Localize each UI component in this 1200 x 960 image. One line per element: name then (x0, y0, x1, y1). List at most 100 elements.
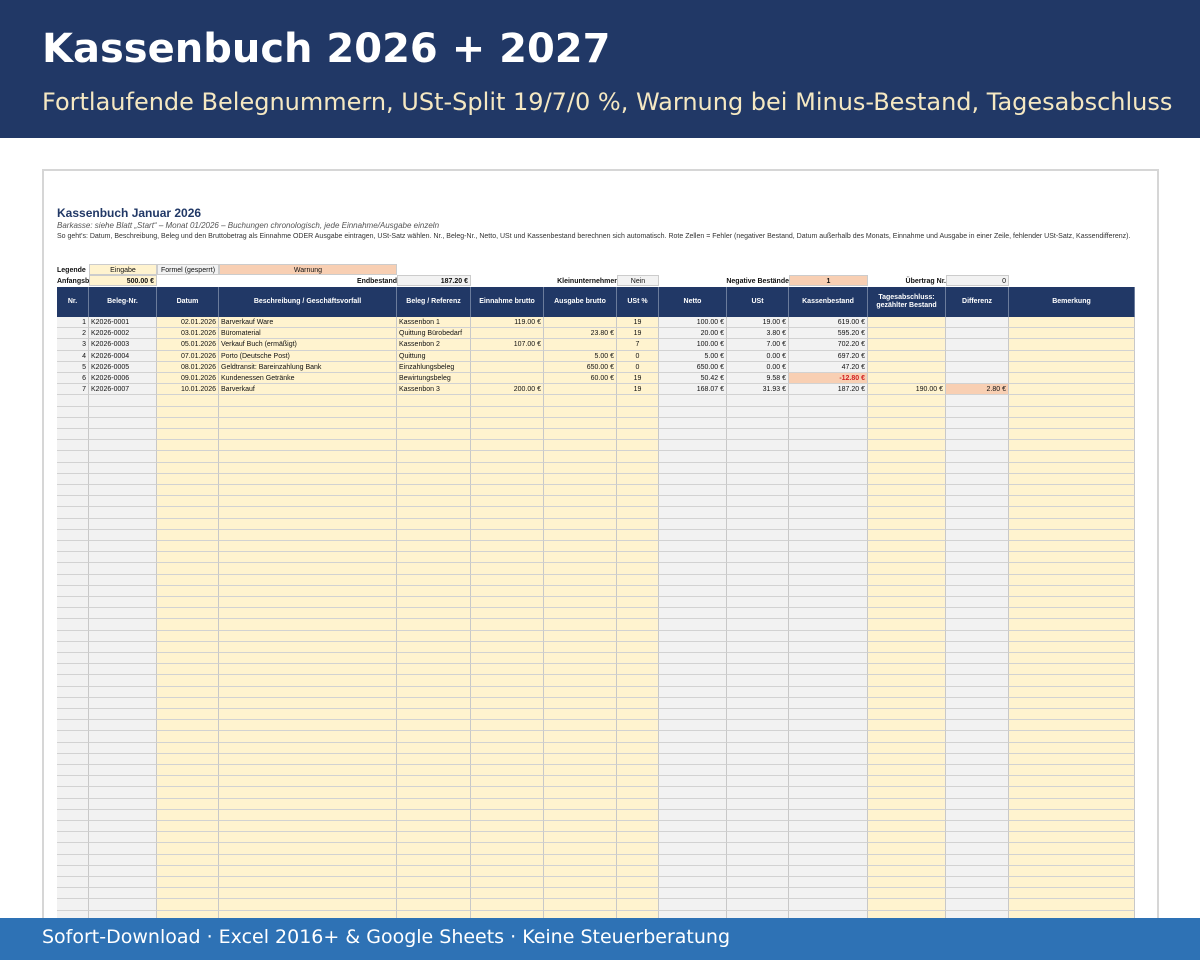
cell-description[interactable] (219, 641, 397, 653)
cell-remark[interactable] (1009, 877, 1135, 889)
cell-income-gross[interactable] (471, 496, 544, 508)
cell-remark[interactable] (1009, 507, 1135, 519)
cell-date[interactable] (157, 395, 219, 407)
cell-expense-gross[interactable] (544, 686, 617, 698)
cell-counted-balance[interactable] (868, 608, 946, 620)
cell-remark[interactable] (1009, 809, 1135, 821)
cell-description[interactable] (219, 451, 397, 463)
cell-date[interactable] (157, 417, 219, 429)
cell-remark[interactable] (1009, 429, 1135, 441)
cell-description[interactable] (219, 731, 397, 743)
cell-income-gross[interactable] (471, 877, 544, 889)
cell-expense-gross[interactable] (544, 787, 617, 799)
cell-reference[interactable] (397, 574, 471, 586)
cell-income-gross[interactable] (471, 854, 544, 866)
cell-description[interactable] (219, 574, 397, 586)
cell-description[interactable] (219, 597, 397, 609)
cell-reference[interactable] (397, 720, 471, 732)
cell-remark[interactable] (1009, 361, 1135, 373)
cell-expense-gross[interactable] (544, 664, 617, 676)
cell-description[interactable] (219, 496, 397, 508)
cell-date[interactable] (157, 854, 219, 866)
cell-reference[interactable] (397, 787, 471, 799)
cell-vat-rate[interactable] (617, 809, 659, 821)
cell-remark[interactable] (1009, 373, 1135, 385)
cell-income-gross[interactable] (471, 563, 544, 575)
cell-vat-rate[interactable]: 0 (617, 361, 659, 373)
cell-expense-gross[interactable] (544, 552, 617, 564)
opening-balance-value[interactable]: 500.00 € (89, 275, 157, 286)
cell-income-gross[interactable] (471, 664, 544, 676)
cell-expense-gross[interactable] (544, 731, 617, 743)
cell-date[interactable]: 03.01.2026 (157, 328, 219, 340)
cell-vat-rate[interactable] (617, 563, 659, 575)
cell-vat-rate[interactable] (617, 496, 659, 508)
cell-reference[interactable] (397, 462, 471, 474)
cell-reference[interactable] (397, 899, 471, 911)
cell-reference[interactable] (397, 753, 471, 765)
cell-counted-balance[interactable] (868, 417, 946, 429)
cell-expense-gross[interactable] (544, 507, 617, 519)
cell-vat-rate[interactable] (617, 765, 659, 777)
cell-reference[interactable] (397, 776, 471, 788)
cell-remark[interactable] (1009, 821, 1135, 833)
cell-reference[interactable]: Kassenbon 1 (397, 317, 471, 329)
cell-vat-rate[interactable] (617, 630, 659, 642)
cell-counted-balance[interactable] (868, 641, 946, 653)
cell-reference[interactable] (397, 552, 471, 564)
cell-date[interactable] (157, 843, 219, 855)
cell-reference[interactable] (397, 697, 471, 709)
cell-vat-rate[interactable] (617, 843, 659, 855)
cell-date[interactable] (157, 832, 219, 844)
cell-income-gross[interactable] (471, 787, 544, 799)
cell-income-gross[interactable] (471, 899, 544, 911)
cell-vat-rate[interactable] (617, 720, 659, 732)
cell-date[interactable] (157, 518, 219, 530)
cell-expense-gross[interactable] (544, 753, 617, 765)
cell-remark[interactable] (1009, 395, 1135, 407)
cell-remark[interactable] (1009, 473, 1135, 485)
cell-date[interactable] (157, 675, 219, 687)
cell-remark[interactable] (1009, 440, 1135, 452)
cell-date[interactable] (157, 776, 219, 788)
cell-counted-balance[interactable] (868, 518, 946, 530)
cell-remark[interactable] (1009, 765, 1135, 777)
cell-counted-balance[interactable] (868, 350, 946, 362)
cell-date[interactable] (157, 462, 219, 474)
cell-expense-gross[interactable] (544, 798, 617, 810)
cell-date[interactable]: 07.01.2026 (157, 350, 219, 362)
cell-vat-rate[interactable] (617, 485, 659, 497)
cell-reference[interactable] (397, 630, 471, 642)
cell-date[interactable] (157, 709, 219, 721)
cell-description[interactable]: Verkauf Buch (ermäßigt) (219, 339, 397, 351)
cell-income-gross[interactable] (471, 451, 544, 463)
cell-remark[interactable] (1009, 709, 1135, 721)
cell-description[interactable] (219, 585, 397, 597)
cell-date[interactable]: 10.01.2026 (157, 384, 219, 396)
cell-date[interactable] (157, 597, 219, 609)
cell-reference[interactable] (397, 518, 471, 530)
cell-vat-rate[interactable] (617, 574, 659, 586)
cell-description[interactable] (219, 709, 397, 721)
cell-date[interactable] (157, 787, 219, 799)
cell-remark[interactable] (1009, 317, 1135, 329)
cell-vat-rate[interactable] (617, 585, 659, 597)
cell-date[interactable]: 02.01.2026 (157, 317, 219, 329)
cell-reference[interactable] (397, 563, 471, 575)
cell-remark[interactable] (1009, 585, 1135, 597)
cell-date[interactable] (157, 821, 219, 833)
cell-income-gross[interactable] (471, 507, 544, 519)
cell-remark[interactable] (1009, 563, 1135, 575)
cell-description[interactable] (219, 843, 397, 855)
cell-income-gross[interactable] (471, 697, 544, 709)
cell-description[interactable]: Barverkauf Ware (219, 317, 397, 329)
cell-expense-gross[interactable] (544, 395, 617, 407)
cell-expense-gross[interactable] (544, 406, 617, 418)
cell-date[interactable] (157, 473, 219, 485)
cell-income-gross[interactable] (471, 597, 544, 609)
cell-income-gross[interactable] (471, 641, 544, 653)
cell-expense-gross[interactable] (544, 597, 617, 609)
cell-expense-gross[interactable] (544, 485, 617, 497)
cell-income-gross[interactable] (471, 462, 544, 474)
cell-counted-balance[interactable] (868, 753, 946, 765)
